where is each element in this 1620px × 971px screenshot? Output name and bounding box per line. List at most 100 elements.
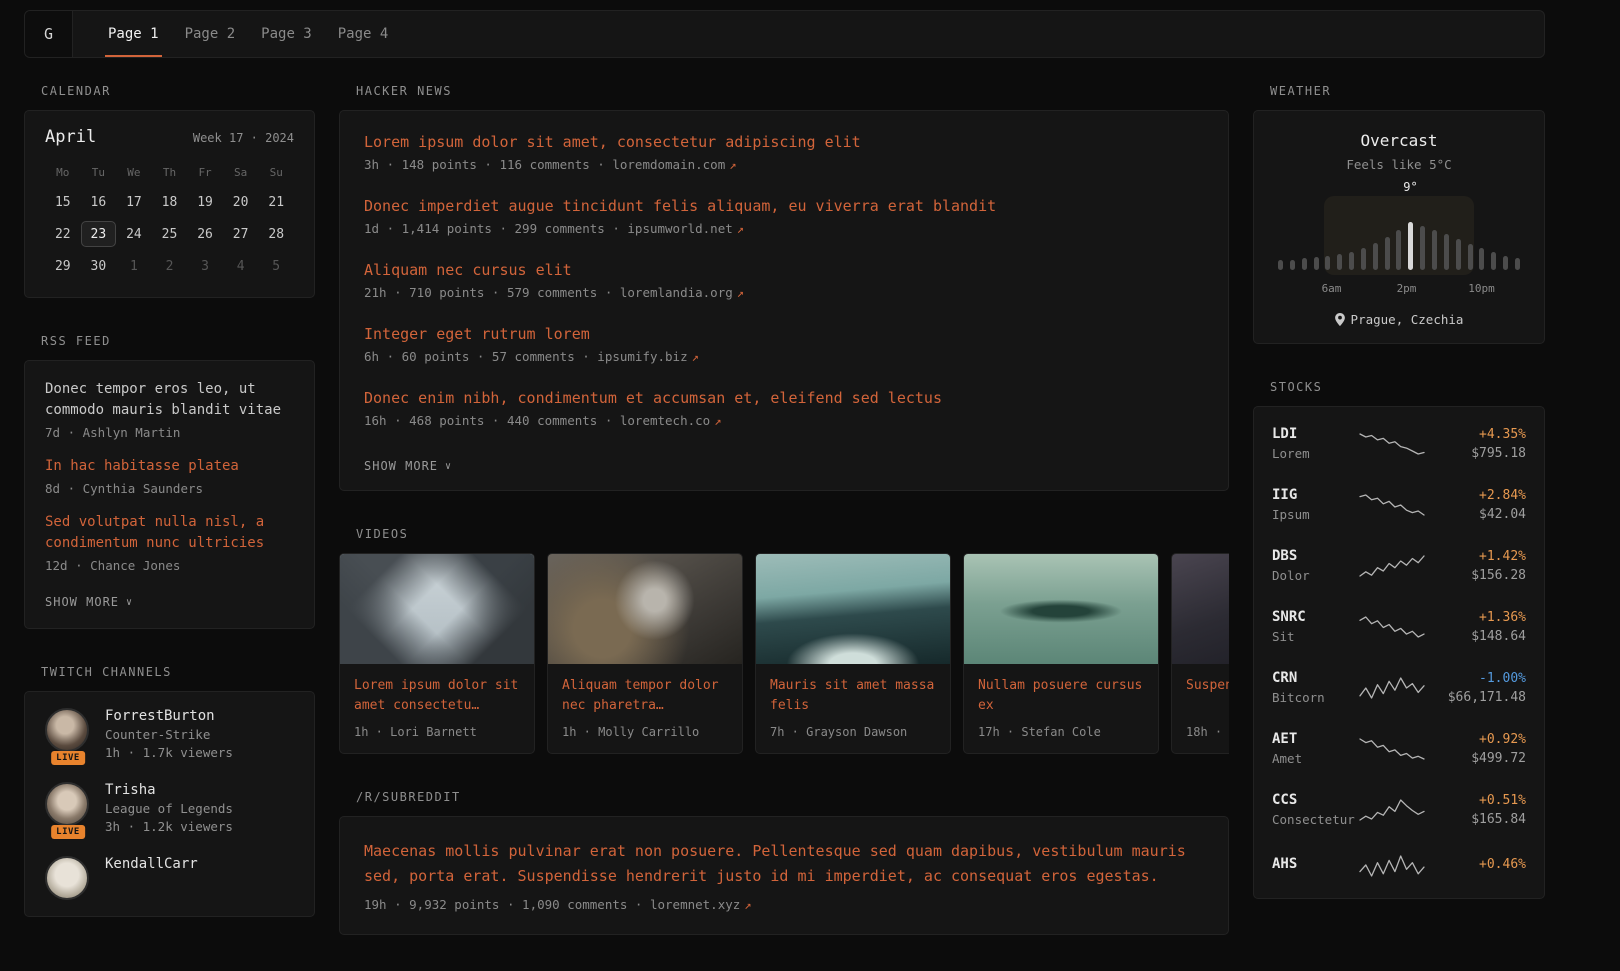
video-meta: 1h · Lori Barnett: [354, 715, 520, 739]
stock-sparkline: [1358, 614, 1426, 640]
rss-link[interactable]: Donec tempor eros leo, ut commodo mauris…: [45, 379, 294, 421]
calendar-day[interactable]: 1: [116, 253, 152, 279]
logo[interactable]: G: [25, 11, 73, 57]
twitch-channel[interactable]: KendallCarr: [45, 856, 294, 900]
video-title: Lorem ipsum dolor sit amet consectetu…: [354, 676, 520, 715]
hn-meta: 3h · 148 points · 116 comments · loremdo…: [364, 157, 1204, 172]
hacker-news-widget: HACKER NEWS Lorem ipsum dolor sit amet, …: [339, 84, 1229, 491]
section-title-videos: VIDEOS: [356, 527, 1229, 541]
stocks-widget: STOCKS LDILorem +4.35%$795.18 IIGIpsum +…: [1253, 380, 1545, 899]
stock-change: +1.36%: [1430, 610, 1526, 625]
section-title-twitch: TWITCH CHANNELS: [41, 665, 315, 679]
location-pin-icon: [1335, 313, 1345, 326]
calendar-day[interactable]: 20: [223, 189, 259, 215]
stock-price: $66,171.48: [1430, 690, 1526, 705]
channel-category: Counter-Strike: [105, 727, 233, 742]
video-card[interactable]: Lorem ipsum dolor sit amet consectetu… 1…: [339, 553, 535, 754]
stock-row[interactable]: CCSConsectetur +0.51%$165.84: [1272, 779, 1526, 840]
tab-page-3[interactable]: Page 3: [248, 11, 325, 57]
video-thumbnail: [964, 554, 1158, 664]
stock-row[interactable]: CRNBitcorn -1.00%$66,171.48: [1272, 657, 1526, 718]
video-meta: 18h · Tara: [1186, 715, 1229, 739]
calendar-day[interactable]: 4: [223, 253, 259, 279]
external-link-icon[interactable]: ↗: [737, 222, 744, 236]
stock-row[interactable]: AHS +0.46%: [1272, 840, 1526, 892]
day-header: Fr: [187, 163, 223, 183]
hn-link[interactable]: Donec enim nibh, condimentum et accumsan…: [364, 389, 1204, 407]
channel-viewers: 3h · 1.2k viewers: [105, 819, 233, 834]
hn-show-more-button[interactable]: SHOW MORE ∨: [364, 459, 452, 473]
right-column: WEATHER Overcast Feels like 5°C 9° 6am 2…: [1253, 84, 1545, 971]
external-link-icon[interactable]: ↗: [692, 350, 699, 364]
weather-bar: [1491, 252, 1496, 270]
twitch-channel[interactable]: LIVE Trisha League of Legends 3h · 1.2k …: [45, 782, 294, 834]
stock-ticker: CCS: [1272, 792, 1358, 808]
calendar-day[interactable]: 30: [81, 253, 117, 279]
rss-show-more-button[interactable]: SHOW MORE ∨: [45, 595, 133, 609]
hn-item: Lorem ipsum dolor sit amet, consectetur …: [364, 133, 1204, 172]
stock-row[interactable]: SNRCSit +1.36%$148.64: [1272, 596, 1526, 657]
video-thumbnail: [340, 554, 534, 664]
hn-link[interactable]: Donec imperdiet augue tincidunt felis al…: [364, 197, 1204, 215]
hn-link[interactable]: Aliquam nec cursus elit: [364, 261, 1204, 279]
calendar-day[interactable]: 18: [152, 189, 188, 215]
stock-row[interactable]: DBSDolor +1.42%$156.28: [1272, 535, 1526, 596]
subreddit-post-link[interactable]: Maecenas mollis pulvinar erat non posuer…: [364, 839, 1204, 889]
calendar-day[interactable]: 15: [45, 189, 81, 215]
video-card[interactable]: Suspendisse diam 18h · Tara: [1171, 553, 1229, 754]
calendar-day[interactable]: 22: [45, 221, 81, 247]
calendar-day[interactable]: 17: [116, 189, 152, 215]
tab-page-2[interactable]: Page 2: [172, 11, 249, 57]
stock-row[interactable]: LDILorem +4.35%$795.18: [1272, 413, 1526, 474]
calendar-day[interactable]: 16: [81, 189, 117, 215]
stock-name: Consectetur: [1272, 812, 1358, 827]
external-link-icon[interactable]: ↗: [729, 158, 736, 172]
hn-item: Donec enim nibh, condimentum et accumsan…: [364, 389, 1204, 428]
stock-row[interactable]: IIGIpsum +2.84%$42.04: [1272, 474, 1526, 535]
calendar-day[interactable]: 19: [187, 189, 223, 215]
stock-change: +2.84%: [1430, 488, 1526, 503]
video-title: Mauris sit amet massa felis: [770, 676, 936, 715]
tab-page-4[interactable]: Page 4: [325, 11, 402, 57]
calendar-day[interactable]: 26: [187, 221, 223, 247]
video-card[interactable]: Nullam posuere cursus ex 17h · Stefan Co…: [963, 553, 1159, 754]
stock-ticker: DBS: [1272, 548, 1358, 564]
calendar-grid: Mo Tu We Th Fr Sa Su 15 16 17 18 19 20 2…: [45, 163, 294, 279]
calendar-day[interactable]: 24: [116, 221, 152, 247]
stock-price: $42.04: [1430, 507, 1526, 522]
day-header: Th: [152, 163, 188, 183]
middle-column: HACKER NEWS Lorem ipsum dolor sit amet, …: [339, 84, 1229, 971]
hn-link[interactable]: Integer eget rutrum lorem: [364, 325, 1204, 343]
stock-name: Lorem: [1272, 446, 1358, 461]
subreddit-widget: /R/SUBREDDIT Maecenas mollis pulvinar er…: [339, 790, 1229, 935]
rss-link[interactable]: Sed volutpat nulla nisl, a condimentum n…: [45, 512, 294, 554]
avatar: [45, 856, 89, 900]
calendar-day[interactable]: 2: [152, 253, 188, 279]
weather-bar: [1444, 234, 1449, 270]
video-card[interactable]: Mauris sit amet massa felis 7h · Grayson…: [755, 553, 951, 754]
external-link-icon[interactable]: ↗: [714, 414, 721, 428]
stock-name: Dolor: [1272, 568, 1358, 583]
external-link-icon[interactable]: ↗: [737, 286, 744, 300]
hn-link[interactable]: Lorem ipsum dolor sit amet, consectetur …: [364, 133, 1204, 151]
calendar-day[interactable]: 3: [187, 253, 223, 279]
weather-bar: [1396, 230, 1401, 270]
calendar-day[interactable]: 27: [223, 221, 259, 247]
stock-name: Bitcorn: [1272, 690, 1358, 705]
live-badge: LIVE: [51, 825, 85, 839]
twitch-channel[interactable]: LIVE ForrestBurton Counter-Strike 1h · 1…: [45, 708, 294, 760]
weather-bar: [1337, 254, 1342, 270]
channel-name: KendallCarr: [105, 856, 198, 872]
video-card[interactable]: Aliquam tempor dolor nec pharetra… 1h · …: [547, 553, 743, 754]
section-title-rss: RSS FEED: [41, 334, 315, 348]
calendar-day[interactable]: 29: [45, 253, 81, 279]
calendar-day[interactable]: 25: [152, 221, 188, 247]
rss-link[interactable]: In hac habitasse platea: [45, 456, 294, 477]
calendar-day[interactable]: 21: [258, 189, 294, 215]
stock-row[interactable]: AETAmet +0.92%$499.72: [1272, 718, 1526, 779]
tab-page-1[interactable]: Page 1: [95, 11, 172, 57]
calendar-day[interactable]: 28: [258, 221, 294, 247]
calendar-day[interactable]: 5: [258, 253, 294, 279]
stock-ticker: AHS: [1272, 856, 1358, 872]
calendar-day-selected[interactable]: 23: [81, 221, 117, 247]
